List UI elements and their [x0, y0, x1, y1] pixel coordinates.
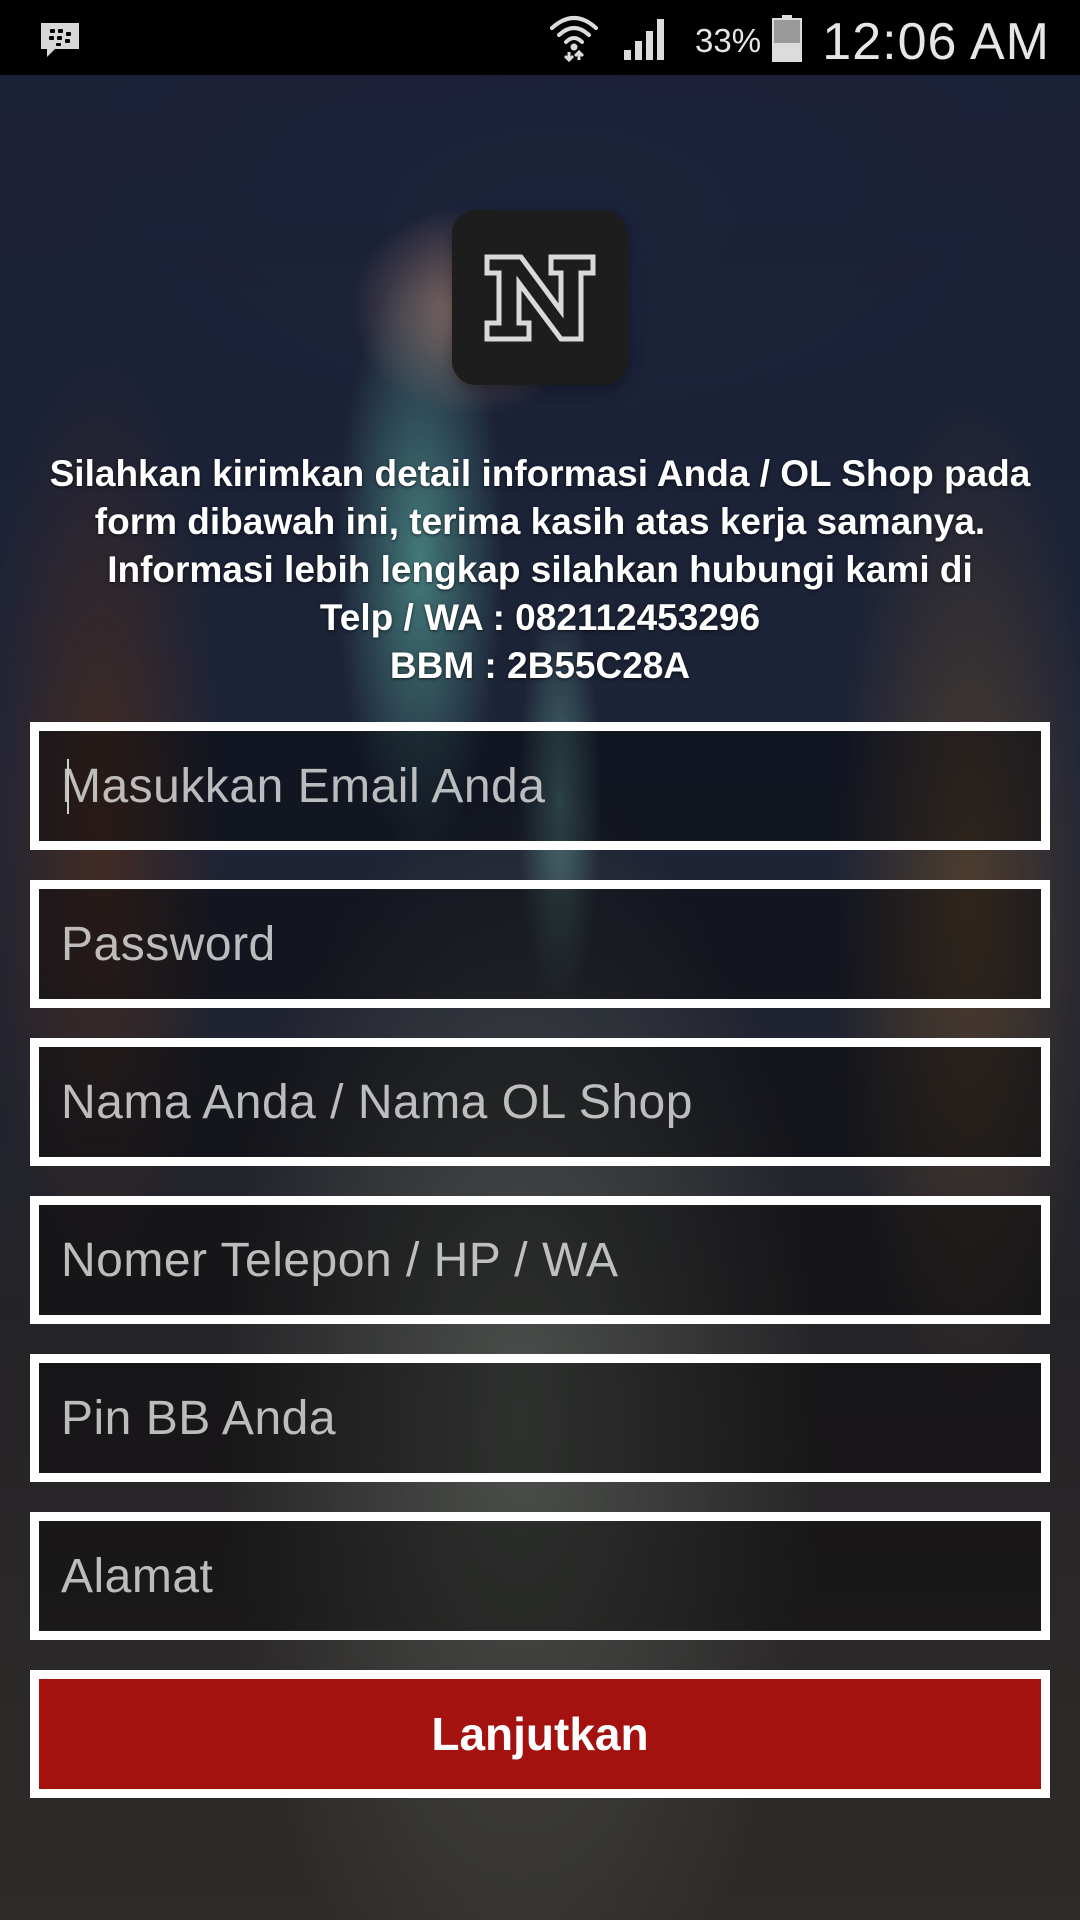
clock: 12:06 AM: [822, 13, 1050, 71]
info-line: Informasi lebih lengkap silahkan hubungi…: [107, 549, 973, 590]
info-line-bbm: BBM : 2B55C28A: [389, 645, 691, 686]
email-field[interactable]: [30, 722, 1050, 850]
address-input[interactable]: [39, 1521, 1041, 1631]
pin-bb-input[interactable]: [39, 1363, 1041, 1473]
email-input[interactable]: [39, 731, 1041, 841]
name-field[interactable]: [30, 1038, 1050, 1166]
wifi-icon: [550, 16, 598, 62]
status-bar: 33% 12:06 AM: [0, 0, 1080, 75]
n-logo-icon: [484, 254, 595, 341]
info-line: form dibawah ini, terima kasih atas kerj…: [94, 501, 986, 542]
battery-percent: 33%: [695, 22, 762, 59]
phone-input[interactable]: [39, 1205, 1041, 1315]
app-logo: [452, 210, 627, 385]
password-input[interactable]: [39, 889, 1041, 999]
text-cursor: [67, 759, 69, 814]
bbm-chat-icon: [41, 23, 79, 57]
submit-button[interactable]: Lanjutkan: [30, 1670, 1050, 1798]
info-text: Silahkan kirimkan detail informasi Anda …: [20, 450, 1060, 690]
battery-icon: [772, 15, 802, 62]
name-input[interactable]: [39, 1047, 1041, 1157]
cell-signal-icon: [624, 19, 664, 60]
password-field[interactable]: [30, 880, 1050, 1008]
address-field[interactable]: [30, 1512, 1050, 1640]
phone-field[interactable]: [30, 1196, 1050, 1324]
pin-bb-field[interactable]: [30, 1354, 1050, 1482]
info-line-phone: Telp / WA : 082112453296: [319, 597, 761, 638]
info-line: Silahkan kirimkan detail informasi Anda …: [49, 453, 1031, 494]
